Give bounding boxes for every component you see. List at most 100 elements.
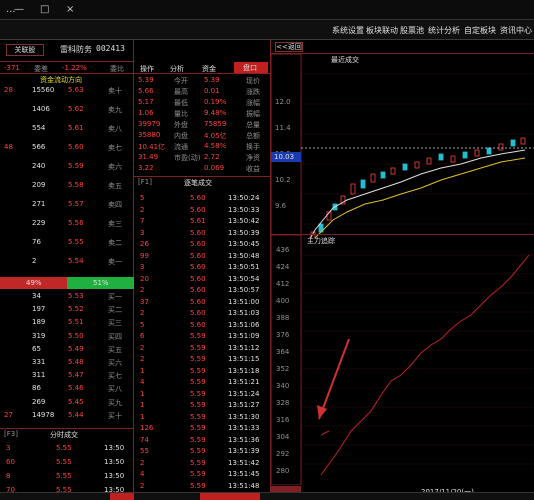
- tick-price: 5.59: [190, 355, 206, 363]
- tab-bottom-left[interactable]: [110, 493, 134, 500]
- sell-level-row[interactable]: 271 5.57 卖四: [0, 200, 134, 210]
- quote-label: 总量: [246, 121, 260, 129]
- sell-level-row[interactable]: 554 5.61 卖八: [0, 124, 134, 134]
- tab-bottom-mid[interactable]: [200, 493, 260, 500]
- sell-level-row[interactable]: 48 566 5.60 卖七: [0, 143, 134, 153]
- tab-quote[interactable]: 盘口: [234, 62, 268, 73]
- buy-level-label: 买四: [108, 332, 122, 341]
- buy-level-price: 5.49: [68, 344, 84, 353]
- menu-item-board-link[interactable]: 板块联动: [366, 25, 398, 36]
- tick-volume: 7: [140, 217, 145, 225]
- tick-time: 13:50:33: [228, 205, 260, 214]
- buy-level-row[interactable]: 34 5.53 买一: [0, 292, 134, 302]
- close-icon[interactable]: ×: [66, 4, 74, 15]
- menu-item-system[interactable]: 系统设置: [332, 25, 364, 36]
- maximize-icon[interactable]: □: [40, 4, 49, 15]
- buy-level-volume: 197: [32, 305, 46, 314]
- quote-row: 31.49 市盈(动) 2.72 净资: [134, 153, 271, 163]
- sell-level-row[interactable]: 76 5.55 卖二: [0, 238, 134, 248]
- buy-level-volume: 331: [32, 358, 46, 366]
- buy-level-row[interactable]: 319 5.50 买四: [0, 332, 134, 342]
- tick-time: 13:51:00: [228, 297, 260, 306]
- tick-volume: 2: [140, 355, 145, 363]
- compare-button[interactable]: 关联股: [6, 44, 44, 56]
- chart-panel: <<返回 最近成交 12.011.410.810.29.6 10.03 主力追踪…: [271, 40, 534, 496]
- quote-value-2: 5.39: [138, 76, 154, 84]
- tick-price: 5.59: [190, 424, 206, 432]
- sell-level-row[interactable]: 240 5.59 卖六: [0, 162, 134, 172]
- buy-level-label: 买五: [108, 345, 122, 354]
- sell-level-extra: 48: [4, 143, 13, 151]
- tick-volume: 5: [140, 320, 145, 329]
- sell-level-row[interactable]: 2 5.54 卖一: [0, 257, 134, 267]
- sell-level-price: 5.54: [68, 257, 84, 265]
- bottom-y-tick: 328: [276, 399, 290, 407]
- buy-ratio-bar: 49%: [0, 277, 67, 289]
- quote-label-2: 内盘: [174, 132, 188, 140]
- tick-row: 99 5.60 13:50:48: [134, 252, 271, 262]
- menu-item-news[interactable]: 资讯中心: [500, 25, 532, 36]
- tick-volume: 3: [140, 228, 145, 237]
- buy-level-row[interactable]: 86 5.46 买八: [0, 384, 134, 394]
- buy-level-price: 5.45: [68, 397, 84, 406]
- tick-price: 5.61: [190, 217, 206, 225]
- quote-row: 5.39 今开 5.39 现价: [134, 76, 271, 86]
- sell-level-label: 卖一: [108, 258, 122, 266]
- sell-level-row[interactable]: 1406 5.62 卖九: [0, 105, 134, 115]
- bottom-y-tick: 364: [276, 348, 290, 356]
- tick-row: 37 5.60 13:51:00: [134, 298, 271, 308]
- tick-price: 5.59: [190, 343, 206, 352]
- buy-level-label: 买三: [108, 319, 122, 328]
- tick-time: 13:50:54: [228, 274, 260, 283]
- buy-level-row[interactable]: 331 5.48 买六: [0, 358, 134, 368]
- tick-volume: 1: [140, 366, 145, 375]
- tick-price: 5.60: [190, 263, 206, 271]
- sell-level-row[interactable]: 209 5.58 卖五: [0, 181, 134, 191]
- title-bar: ... — □ ×: [0, 0, 534, 20]
- quote-value-2: 3.22: [138, 164, 154, 172]
- buy-level-price: 5.48: [68, 358, 84, 366]
- quote-row: 39979 外盘 75859 总量: [134, 120, 271, 130]
- buy-level-row[interactable]: 311 5.47 买七: [0, 371, 134, 381]
- sell-level-volume: 1406: [32, 105, 50, 113]
- main-force-chart[interactable]: [271, 235, 534, 485]
- sell-level-volume: 229: [32, 219, 46, 227]
- bottom-y-tick: 436: [276, 246, 290, 254]
- quote-label: 换手: [246, 143, 260, 151]
- quote-value: 4.58%: [204, 142, 227, 150]
- tick-volume: 99: [140, 251, 149, 260]
- kline-chart[interactable]: [271, 54, 534, 238]
- sell-level-label: 卖八: [108, 125, 122, 133]
- menu-item-stats[interactable]: 统计分析: [428, 25, 460, 36]
- menu-item-stock-pool[interactable]: 股票池: [400, 25, 424, 36]
- buy-level-row[interactable]: 197 5.52 买二: [0, 305, 134, 315]
- buy-level-row[interactable]: 27 14978 5.44 买十: [0, 411, 134, 421]
- tick-price: 5.60: [190, 274, 206, 283]
- sell-level-row[interactable]: 229 5.56 卖三: [0, 219, 134, 229]
- tick-price: 5.60: [190, 309, 206, 317]
- tick-row: 2 5.60 13:50:33: [134, 206, 271, 216]
- bottom-y-tick: 280: [276, 467, 290, 475]
- buy-level-price: 5.46: [68, 384, 84, 393]
- quote-value: 0.069: [204, 164, 225, 172]
- kline-candle: [390, 167, 396, 175]
- tick-price: 5.59: [190, 332, 206, 340]
- back-button[interactable]: <<返回: [275, 42, 303, 52]
- sell-level-volume: 554: [32, 124, 46, 132]
- buy-level-row[interactable]: 269 5.45 买九: [0, 398, 134, 408]
- sell-level-row[interactable]: 28 15560 5.63 卖十: [0, 86, 134, 96]
- quote-label-2: 今开: [174, 77, 188, 85]
- buy-level-label: 买九: [108, 398, 122, 407]
- buy-level-row[interactable]: 65 5.49 买五: [0, 345, 134, 355]
- tick-row: 2 5.60 13:50:57: [134, 286, 271, 296]
- sell-level-price: 5.59: [68, 162, 84, 170]
- minimize-icon[interactable]: —: [14, 4, 24, 15]
- tick-price: 5.59: [190, 366, 206, 375]
- quote-row: 35880 内盘 4.05亿 总额: [134, 131, 271, 141]
- tick-volume: 2: [140, 343, 145, 352]
- buy-level-row[interactable]: 189 5.51 买三: [0, 318, 134, 328]
- tick-header: [F1] 逐笔成交: [138, 178, 212, 187]
- menu-item-custom[interactable]: 自定板块: [464, 25, 496, 36]
- sell-level-label: 卖五: [108, 182, 122, 190]
- quote-value-2: 5.66: [138, 87, 154, 95]
